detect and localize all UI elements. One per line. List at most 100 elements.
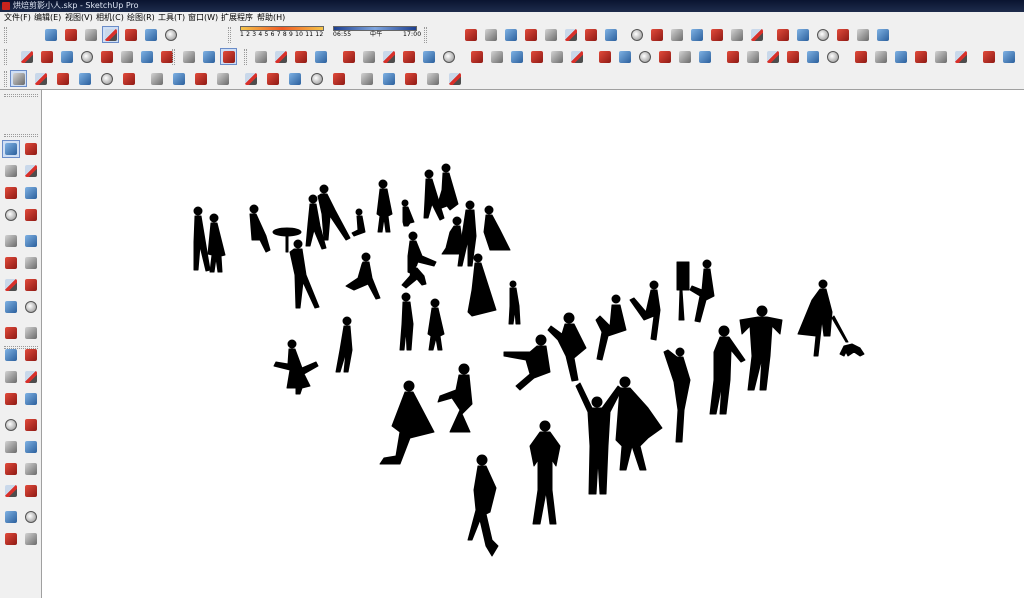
gallery-button[interactable] (42, 26, 59, 43)
axes-button[interactable] (562, 26, 579, 43)
style-ac-button[interactable] (952, 48, 969, 65)
paint-button[interactable] (602, 26, 619, 43)
style-r-button[interactable] (724, 48, 741, 65)
paint-bucket-tool-button[interactable] (2, 162, 20, 180)
style-x-button[interactable] (852, 48, 869, 65)
arc-button[interactable] (76, 70, 93, 87)
menu-help[interactable]: 帮助(H) (256, 12, 286, 24)
section-plane-tool-button[interactable] (22, 530, 40, 548)
menu-edit[interactable]: 编辑(E) (33, 12, 62, 24)
paint-bucket-button[interactable] (286, 70, 303, 87)
toolbar-grip[interactable] (4, 71, 7, 87)
polygon-tool-button[interactable] (22, 232, 40, 250)
xray-button[interactable] (18, 48, 35, 65)
eraser-tool-button[interactable] (22, 162, 40, 180)
protractor-tool-button[interactable] (2, 390, 20, 408)
two-point-arc-tool-button[interactable] (22, 254, 40, 272)
follow-me-tool-button[interactable] (22, 324, 40, 342)
tape-measure-tool-button[interactable] (2, 368, 20, 386)
previous-view-tool-button[interactable] (22, 482, 40, 500)
toolbar-grip[interactable] (424, 27, 427, 43)
monochrome-button[interactable] (138, 48, 155, 65)
rotate-tool-button[interactable] (2, 324, 20, 342)
back-view-button[interactable] (142, 26, 159, 43)
style-j-button[interactable] (548, 48, 565, 65)
style-s-button[interactable] (744, 48, 761, 65)
extension-warehouse-button[interactable] (446, 70, 463, 87)
menu-extensions[interactable]: 扩展程序 (220, 12, 254, 24)
style-a-button[interactable] (360, 48, 377, 65)
wireframe-button[interactable] (58, 48, 75, 65)
shadow-date-slider[interactable]: 1 2 3 4 5 6 7 8 9 10 11 12 (240, 26, 324, 44)
section-plane-button[interactable] (834, 26, 851, 43)
solid-button[interactable] (180, 48, 197, 65)
orbit-button[interactable] (668, 26, 685, 43)
3d-text-button[interactable] (582, 26, 599, 43)
share-model-button[interactable] (424, 70, 441, 87)
menu-window[interactable]: 窗口(W) (187, 12, 219, 24)
style-t-button[interactable] (764, 48, 781, 65)
outer-shell-button[interactable] (200, 48, 217, 65)
style-g-button[interactable] (488, 48, 505, 65)
look-around-tool-button[interactable] (22, 508, 40, 526)
line-tool-button[interactable] (2, 184, 20, 202)
intersect-button[interactable] (220, 48, 237, 65)
shaded-texture-button[interactable] (118, 48, 135, 65)
drawing-viewport[interactable] (43, 91, 1024, 598)
shaded-button[interactable] (98, 48, 115, 65)
push-pull-button[interactable] (120, 70, 137, 87)
warehouse-button[interactable] (402, 70, 419, 87)
style-o-button[interactable] (656, 48, 673, 65)
style-v-button[interactable] (804, 48, 821, 65)
toolbar-grip[interactable] (244, 49, 247, 65)
pan-tool-button[interactable] (22, 438, 40, 456)
subtract-button[interactable] (272, 48, 289, 65)
shadow-time-slider[interactable]: 06:55 中午 17:00 (333, 26, 421, 44)
menu-file[interactable]: 文件(F) (3, 12, 32, 24)
rectangle-tool-button[interactable] (2, 206, 20, 224)
style-m-button[interactable] (616, 48, 633, 65)
text-tool-button[interactable] (264, 70, 281, 87)
menu-tools[interactable]: 工具(T) (157, 12, 186, 24)
style-ab-button[interactable] (932, 48, 949, 65)
line-button[interactable] (54, 70, 71, 87)
arc-tool-button[interactable] (2, 254, 20, 272)
offset-button[interactable] (214, 70, 231, 87)
style-w-button[interactable] (824, 48, 841, 65)
scale-button[interactable] (192, 70, 209, 87)
sandbox-button[interactable] (482, 26, 499, 43)
3d-text-tool-button[interactable] (22, 416, 40, 434)
rotate-button[interactable] (648, 26, 665, 43)
rotate-tool-button[interactable] (170, 70, 187, 87)
tape-button[interactable] (628, 26, 645, 43)
walk-tool-button[interactable] (2, 530, 20, 548)
pan-tool-button[interactable] (330, 70, 347, 87)
select-tool-button[interactable] (2, 140, 20, 158)
dimension-tool-button[interactable] (22, 368, 40, 386)
pie-tool-button[interactable] (22, 276, 40, 294)
scale-tool-button[interactable] (2, 346, 20, 364)
zoom-extents-tool-button[interactable] (2, 482, 20, 500)
union-button[interactable] (252, 48, 269, 65)
style-c-button[interactable] (400, 48, 417, 65)
back-edges-button[interactable] (38, 48, 55, 65)
section-button[interactable] (502, 26, 519, 43)
xray-face-button[interactable] (340, 48, 357, 65)
right-view-button[interactable] (122, 26, 139, 43)
style-aa-button[interactable] (912, 48, 929, 65)
bottom-view-button[interactable] (462, 26, 479, 43)
menu-camera[interactable]: 相机(C) (95, 12, 125, 24)
circle-tool-button[interactable] (2, 232, 20, 250)
menu-draw[interactable]: 绘图(R) (126, 12, 156, 24)
three-point-arc-tool-button[interactable] (2, 276, 20, 294)
select-button[interactable] (10, 70, 27, 87)
style-q-button[interactable] (696, 48, 713, 65)
style-y-button[interactable] (872, 48, 889, 65)
section-cuts-button[interactable] (874, 26, 891, 43)
style-ae-button[interactable] (1000, 48, 1017, 65)
toolbar-grip[interactable] (4, 49, 7, 65)
freehand-tool-button[interactable] (22, 184, 40, 202)
offset-tool-button[interactable] (22, 346, 40, 364)
rotated-rectangle-tool-button[interactable] (22, 206, 40, 224)
style-b-button[interactable] (380, 48, 397, 65)
